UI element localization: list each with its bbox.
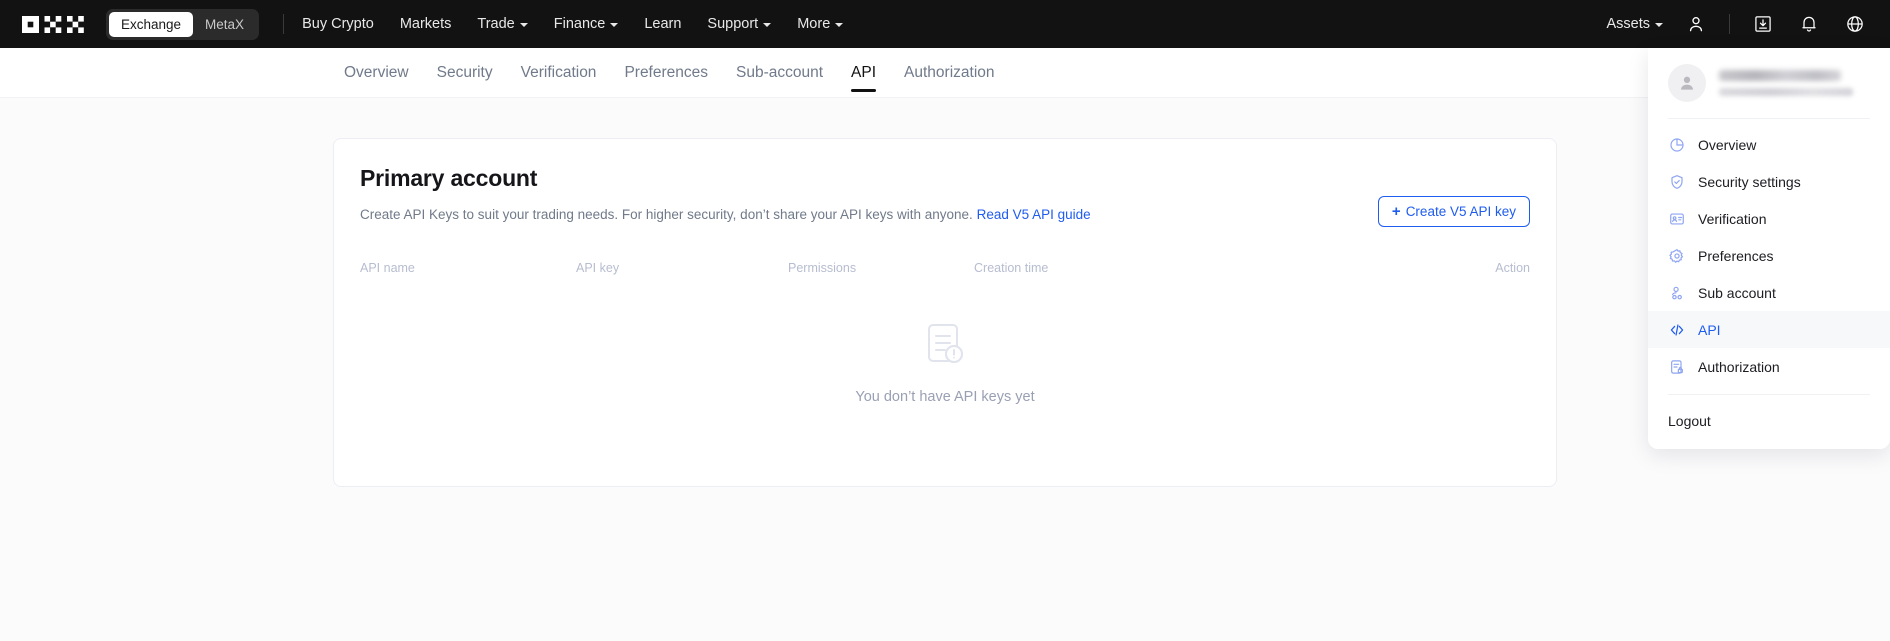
- tab-verification[interactable]: Verification: [507, 48, 611, 98]
- dropdown-item-authorization[interactable]: Authorization: [1648, 348, 1890, 385]
- nav-link-buy-crypto[interactable]: Buy Crypto: [302, 16, 374, 32]
- assets-label: Assets: [1606, 16, 1650, 32]
- tab-sub-account[interactable]: Sub-account: [722, 48, 837, 98]
- dropdown-spacer-top: [1648, 119, 1890, 126]
- chevron-down-icon: [835, 23, 844, 27]
- page-title: Primary account: [360, 165, 538, 191]
- card-description-text: Create API Keys to suit your trading nee…: [360, 207, 977, 222]
- nav-link-label: Learn: [644, 16, 682, 32]
- profile-detail-redacted: [1719, 88, 1853, 96]
- chevron-down-icon: [1655, 23, 1663, 27]
- profile-identity-redacted: [1719, 70, 1870, 96]
- create-v5-api-key-button[interactable]: + Create V5 API key: [1377, 196, 1530, 227]
- dropdown-item-verification[interactable]: Verification: [1648, 200, 1890, 237]
- logout-button[interactable]: Logout: [1648, 402, 1890, 439]
- gear-icon: [1668, 247, 1685, 264]
- column-header-permissions: Permissions: [788, 261, 857, 275]
- dropdown-item-preferences[interactable]: Preferences: [1648, 237, 1890, 274]
- primary-account-card: Primary account Create API Keys to suit …: [333, 138, 1557, 487]
- download-icon[interactable]: [1750, 11, 1776, 37]
- nav-link-label: Trade: [477, 16, 515, 32]
- dropdown-item-overview[interactable]: Overview: [1648, 126, 1890, 163]
- column-header-api-key: API key: [576, 261, 620, 275]
- nav-link-learn[interactable]: Learn: [644, 16, 681, 32]
- primary-nav-links: Buy Crypto Markets Trade Finance Learn S…: [302, 16, 844, 32]
- code-icon: [1668, 321, 1685, 338]
- bell-icon[interactable]: [1796, 11, 1822, 37]
- nav-link-trade[interactable]: Trade: [477, 16, 528, 32]
- nav-link-label: Buy Crypto: [302, 16, 374, 32]
- nav-link-label: Markets: [399, 16, 452, 32]
- chevron-down-icon: [610, 23, 619, 27]
- dropdown-profile-header[interactable]: [1648, 48, 1890, 116]
- dropdown-item-label: Sub account: [1698, 284, 1776, 301]
- account-dropdown-menu: Overview Security settings Verification: [1648, 48, 1890, 449]
- segment-exchange[interactable]: Exchange: [109, 11, 194, 37]
- dropdown-spacer-bottom: [1648, 385, 1890, 392]
- id-card-icon: [1668, 210, 1685, 227]
- nav-link-label: Support: [707, 16, 759, 32]
- dropdown-item-label: Security settings: [1698, 173, 1801, 190]
- nav-link-finance[interactable]: Finance: [554, 16, 619, 32]
- document-lock-icon: [1668, 358, 1685, 375]
- empty-state-text: You don’t have API keys yet: [855, 389, 1035, 405]
- empty-state: You don’t have API keys yet: [360, 323, 1530, 405]
- read-v5-api-guide-link[interactable]: Read V5 API guide: [977, 207, 1091, 222]
- dropdown-item-label: Verification: [1698, 210, 1767, 227]
- column-header-action: Action: [1495, 261, 1530, 275]
- dropdown-item-security-settings[interactable]: Security settings: [1648, 163, 1890, 200]
- users-icon: [1668, 284, 1685, 301]
- nav-link-markets[interactable]: Markets: [400, 16, 452, 32]
- tab-overview[interactable]: Overview: [330, 48, 423, 98]
- dropdown-spacer-logout: [1648, 395, 1890, 402]
- nav-link-label: Finance: [553, 16, 606, 32]
- nav-link-support[interactable]: Support: [707, 16, 772, 32]
- dropdown-item-label: Preferences: [1698, 247, 1774, 264]
- plus-icon: +: [1391, 203, 1401, 220]
- tab-authorization[interactable]: Authorization: [890, 48, 1008, 98]
- dropdown-item-label: Overview: [1698, 136, 1757, 153]
- globe-icon[interactable]: [1842, 11, 1868, 37]
- page-body: Primary account Create API Keys to suit …: [0, 98, 1890, 641]
- account-sub-navigation: Overview Security Verification Preferenc…: [0, 48, 1890, 98]
- create-button-label: Create V5 API key: [1405, 204, 1516, 219]
- dropdown-item-api[interactable]: API: [1648, 311, 1890, 348]
- column-header-creation-time: Creation time: [974, 261, 1049, 275]
- nav-link-more[interactable]: More: [797, 16, 844, 32]
- tab-security[interactable]: Security: [423, 48, 507, 98]
- profile-name-redacted: [1719, 70, 1841, 81]
- segment-metax[interactable]: MetaX: [193, 12, 256, 37]
- shield-check-icon: [1668, 173, 1685, 190]
- okx-logo[interactable]: [22, 15, 84, 33]
- tab-api[interactable]: API: [837, 48, 890, 98]
- product-switcher[interactable]: Exchange MetaX: [106, 8, 260, 40]
- api-table-header: API name API key Permissions Creation ti…: [360, 261, 1530, 275]
- nav-divider-2: [1729, 14, 1730, 34]
- chevron-down-icon: [519, 23, 528, 27]
- chevron-down-icon: [763, 23, 772, 27]
- card-description-row: Create API Keys to suit your trading nee…: [360, 196, 1530, 227]
- card-description: Create API Keys to suit your trading nee…: [360, 205, 1091, 224]
- dropdown-item-sub-account[interactable]: Sub account: [1648, 274, 1890, 311]
- tab-preferences[interactable]: Preferences: [610, 48, 722, 98]
- top-navigation-bar: Exchange MetaX Buy Crypto Markets Trade …: [0, 0, 1890, 48]
- pie-chart-icon: [1668, 136, 1685, 153]
- column-header-api-name: API name: [360, 261, 415, 275]
- nav-divider: [283, 14, 285, 34]
- nav-right-actions: Assets: [1606, 11, 1868, 37]
- dropdown-item-label: API: [1698, 321, 1721, 338]
- assets-menu[interactable]: Assets: [1606, 16, 1663, 32]
- document-alert-icon: [926, 323, 964, 372]
- account-icon[interactable]: [1683, 11, 1709, 37]
- avatar: [1668, 64, 1706, 102]
- dropdown-item-label: Authorization: [1698, 358, 1780, 375]
- nav-link-label: More: [797, 16, 831, 32]
